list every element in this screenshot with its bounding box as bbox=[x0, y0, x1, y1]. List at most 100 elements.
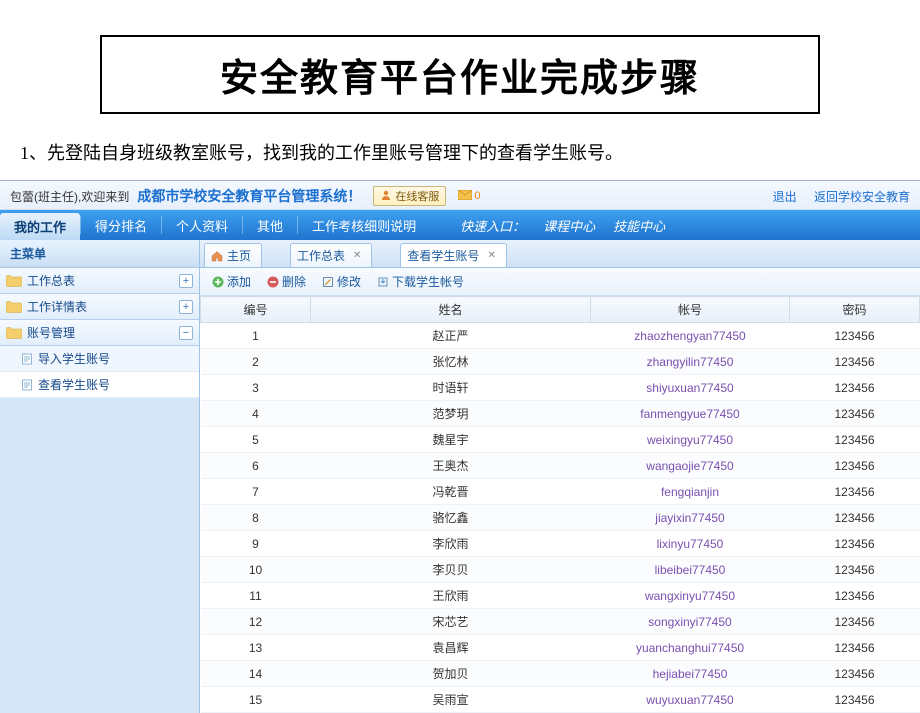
table-row[interactable]: 14贺加贝hejiabei77450123456 bbox=[201, 661, 920, 687]
cell-id: 1 bbox=[201, 323, 311, 349]
cell-id: 3 bbox=[201, 375, 311, 401]
expand-icon[interactable]: + bbox=[179, 300, 193, 314]
delete-icon bbox=[267, 276, 279, 288]
column-header-1[interactable]: 姓名 bbox=[311, 297, 591, 323]
menu-item-0[interactable]: 我的工作 bbox=[0, 213, 80, 240]
cell-account: lixinyu77450 bbox=[591, 531, 790, 557]
cell-account: weixingyu77450 bbox=[591, 427, 790, 453]
cell-id: 4 bbox=[201, 401, 311, 427]
table-header-row: 编号姓名帐号密码 bbox=[201, 297, 920, 323]
logout-link[interactable]: 退出 bbox=[773, 190, 797, 204]
column-header-0[interactable]: 编号 bbox=[201, 297, 311, 323]
cell-id: 10 bbox=[201, 557, 311, 583]
expand-icon[interactable]: + bbox=[179, 274, 193, 288]
collapse-icon[interactable]: − bbox=[179, 326, 193, 340]
sidebar-child-label: 导入学生账号 bbox=[38, 350, 110, 367]
cell-name: 赵正严 bbox=[311, 323, 591, 349]
menu-item-3[interactable]: 其他 bbox=[243, 210, 297, 240]
tab-0[interactable]: 主页 bbox=[204, 243, 262, 267]
cell-account: songxinyi77450 bbox=[591, 609, 790, 635]
cell-id: 6 bbox=[201, 453, 311, 479]
menu-bar: 我的工作得分排名个人资料其他工作考核细则说明快速入口：课程中心技能中心 bbox=[0, 210, 920, 240]
table-row[interactable]: 3时语轩shiyuxuan77450123456 bbox=[201, 375, 920, 401]
cell-password: 123456 bbox=[790, 557, 920, 583]
delete-button[interactable]: 删除 bbox=[261, 271, 312, 292]
table-row[interactable]: 5魏星宇weixingyu77450123456 bbox=[201, 427, 920, 453]
cell-name: 王奥杰 bbox=[311, 453, 591, 479]
sidebar-children: 导入学生账号查看学生账号 bbox=[0, 346, 199, 398]
folder-icon bbox=[6, 300, 22, 314]
edit-label: 修改 bbox=[337, 273, 361, 290]
cell-password: 123456 bbox=[790, 349, 920, 375]
cell-password: 123456 bbox=[790, 375, 920, 401]
mail-indicator[interactable]: 0 bbox=[458, 190, 480, 203]
cell-id: 12 bbox=[201, 609, 311, 635]
cell-password: 123456 bbox=[790, 583, 920, 609]
download-button[interactable]: 下载学生帐号 bbox=[371, 271, 470, 292]
sidebar-child-label: 查看学生账号 bbox=[38, 376, 110, 393]
back-school-link[interactable]: 返回学校安全教育 bbox=[814, 190, 910, 204]
tab-2[interactable]: 查看学生账号✕ bbox=[400, 243, 506, 267]
add-label: 添加 bbox=[227, 273, 251, 290]
delete-label: 删除 bbox=[282, 273, 306, 290]
cell-password: 123456 bbox=[790, 609, 920, 635]
top-info-bar: 包蕾(班主任),欢迎来到 成都市学校安全教育平台管理系统！ 在线客服 0 退出 … bbox=[0, 181, 920, 210]
sidebar-section-label: 工作详情表 bbox=[27, 298, 179, 315]
table-row[interactable]: 10李贝贝libeibei77450123456 bbox=[201, 557, 920, 583]
table-row[interactable]: 9李欣雨lixinyu77450123456 bbox=[201, 531, 920, 557]
cell-account: wuyuxuan77450 bbox=[591, 687, 790, 713]
tab-1[interactable]: 工作总表✕ bbox=[290, 243, 372, 267]
menu-item-4[interactable]: 工作考核细则说明 bbox=[298, 210, 430, 240]
column-header-3[interactable]: 密码 bbox=[790, 297, 920, 323]
table-row[interactable]: 12宋芯艺songxinyi77450123456 bbox=[201, 609, 920, 635]
cell-name: 贺加贝 bbox=[311, 661, 591, 687]
home-icon bbox=[211, 250, 223, 262]
student-table: 编号姓名帐号密码 1赵正严zhaozhengyan774501234562张忆林… bbox=[200, 296, 920, 713]
main-area: 主页 工作总表✕ 查看学生账号✕ 添加 删除 修改 下载学生帐号 bbox=[200, 240, 920, 713]
table-row[interactable]: 2张忆林zhangyilin77450123456 bbox=[201, 349, 920, 375]
mail-count: 0 bbox=[474, 190, 480, 202]
table-row[interactable]: 8骆忆鑫jiayixin77450123456 bbox=[201, 505, 920, 531]
edit-button[interactable]: 修改 bbox=[316, 271, 367, 292]
close-icon[interactable]: ✕ bbox=[487, 250, 495, 261]
cell-name: 时语轩 bbox=[311, 375, 591, 401]
person-icon bbox=[380, 189, 395, 204]
sidebar-child-2-0[interactable]: 导入学生账号 bbox=[0, 346, 199, 372]
table-row[interactable]: 1赵正严zhaozhengyan77450123456 bbox=[201, 323, 920, 349]
menu-item-1[interactable]: 得分排名 bbox=[81, 210, 161, 240]
table-row[interactable]: 6王奥杰wangaojie77450123456 bbox=[201, 453, 920, 479]
table-row[interactable]: 7冯乾晋fengqianjin123456 bbox=[201, 479, 920, 505]
mail-icon bbox=[458, 190, 474, 203]
cell-id: 2 bbox=[201, 349, 311, 375]
table-row[interactable]: 15吴雨宣wuyuxuan77450123456 bbox=[201, 687, 920, 713]
sidebar-child-2-1[interactable]: 查看学生账号 bbox=[0, 372, 199, 398]
quick-link-0[interactable]: 课程中心 bbox=[543, 216, 595, 235]
cell-password: 123456 bbox=[790, 453, 920, 479]
sidebar-section-2[interactable]: 账号管理− bbox=[0, 320, 199, 346]
tab-label: 主页 bbox=[227, 247, 251, 264]
customer-service-button[interactable]: 在线客服 bbox=[373, 186, 446, 206]
cell-id: 9 bbox=[201, 531, 311, 557]
cell-account: jiayixin77450 bbox=[591, 505, 790, 531]
table-row[interactable]: 11王欣雨wangxinyu77450123456 bbox=[201, 583, 920, 609]
quick-link-1[interactable]: 技能中心 bbox=[613, 216, 665, 235]
cell-name: 王欣雨 bbox=[311, 583, 591, 609]
table-row[interactable]: 13袁昌辉yuanchanghui77450123456 bbox=[201, 635, 920, 661]
sidebar-header: 主菜单 bbox=[0, 240, 199, 268]
menu-item-2[interactable]: 个人资料 bbox=[162, 210, 242, 240]
column-header-2[interactable]: 帐号 bbox=[591, 297, 790, 323]
cell-account: shiyuxuan77450 bbox=[591, 375, 790, 401]
toolbar: 添加 删除 修改 下载学生帐号 bbox=[200, 268, 920, 296]
cell-password: 123456 bbox=[790, 505, 920, 531]
close-icon[interactable]: ✕ bbox=[353, 250, 361, 261]
add-icon bbox=[212, 276, 224, 288]
table-row[interactable]: 4范梦玥fanmengyue77450123456 bbox=[201, 401, 920, 427]
system-name: 成都市学校安全教育平台管理系统！ bbox=[137, 186, 361, 206]
cell-name: 李欣雨 bbox=[311, 531, 591, 557]
cell-account: wangxinyu77450 bbox=[591, 583, 790, 609]
cell-password: 123456 bbox=[790, 687, 920, 713]
cell-id: 13 bbox=[201, 635, 311, 661]
add-button[interactable]: 添加 bbox=[206, 271, 257, 292]
sidebar-section-1[interactable]: 工作详情表+ bbox=[0, 294, 199, 320]
sidebar-section-0[interactable]: 工作总表+ bbox=[0, 268, 199, 294]
